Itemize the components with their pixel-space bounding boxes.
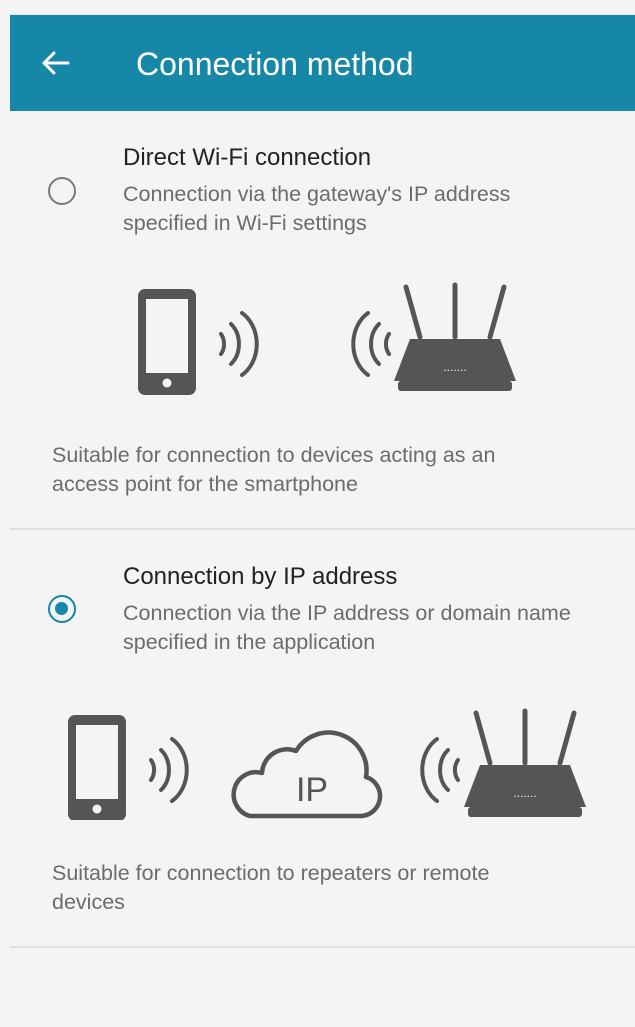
- ip-connection-illustration: IP .......: [68, 708, 586, 820]
- option-ip-address[interactable]: Connection by IP address Connection via …: [10, 531, 635, 947]
- option-title: Connection by IP address: [123, 563, 398, 590]
- radio-direct-wifi[interactable]: [48, 177, 76, 205]
- option-title: Direct Wi-Fi connection: [123, 144, 372, 171]
- screen: Connection method Direct Wi-Fi connectio…: [10, 14, 635, 1027]
- option-subtitle-line-1: Connection via the gateway's IP address: [123, 182, 511, 206]
- wifi-waves-icon: [149, 737, 189, 803]
- divider: [10, 946, 635, 948]
- cloud-ip-icon: IP: [231, 730, 383, 819]
- svg-text:.......: .......: [513, 786, 536, 800]
- divider: [10, 528, 635, 530]
- cloud-ip-label: IP: [296, 771, 328, 809]
- smartphone-icon: [68, 715, 126, 820]
- option-note-line-1: Suitable for connection to repeaters or …: [52, 861, 490, 885]
- option-note-line-2: access point for the smartphone: [52, 472, 358, 496]
- radio-ip-address[interactable]: [48, 595, 76, 623]
- smartphone-icon: [138, 289, 196, 395]
- option-note-line-2: devices: [52, 890, 125, 914]
- option-subtitle-line-1: Connection via the IP address or domain …: [123, 601, 571, 625]
- router-icon: .......: [464, 708, 586, 817]
- wifi-waves-icon: [351, 311, 391, 377]
- option-direct-wifi[interactable]: Direct Wi-Fi connection Connection via t…: [10, 15, 635, 531]
- direct-wifi-illustration: .......: [138, 282, 516, 395]
- option-subtitle-line-2: specified in the application: [123, 630, 376, 654]
- wifi-waves-icon: [219, 311, 259, 377]
- option-subtitle-line-2: specified in Wi-Fi settings: [123, 211, 367, 235]
- wifi-waves-icon: [420, 737, 460, 803]
- svg-text:.......: .......: [443, 360, 466, 374]
- router-icon: .......: [394, 282, 516, 391]
- option-note-line-1: Suitable for connection to devices actin…: [52, 443, 496, 467]
